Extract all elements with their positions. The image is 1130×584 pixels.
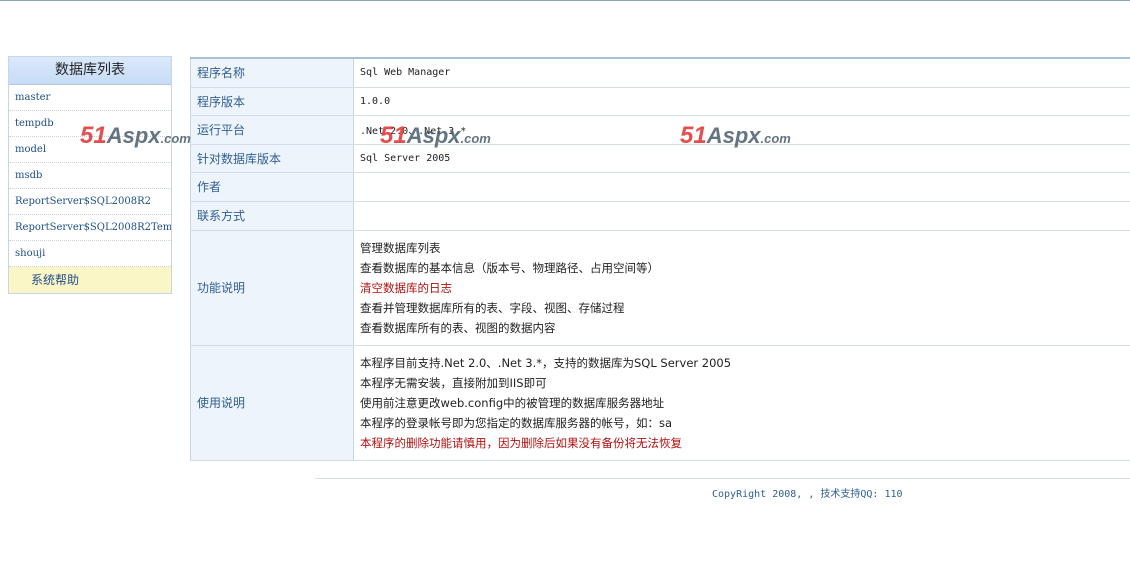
usage-item: 本程序目前支持.Net 2.0、.Net 3.*，支持的数据库为SQL Serv… (360, 355, 732, 370)
feature-item: 管理数据库列表 (360, 240, 441, 255)
database-item-reportserver[interactable]: ReportServer$SQL2008R2 (9, 189, 171, 215)
info-label: 程序版本 (190, 87, 354, 116)
info-value-program-name: Sql Web Manager (353, 58, 1130, 88)
info-row-author: 作者 (190, 172, 1130, 202)
usage-item: 本程序的登录帐号即为您指定的数据库服务器的帐号，如：sa (360, 415, 673, 430)
info-value-author (353, 172, 1130, 202)
usage-item-warning: 本程序的删除功能请慎用，因为删除后如果没有备份将无法恢复 (360, 435, 682, 450)
usage-list: 本程序目前支持.Net 2.0、.Net 3.*，支持的数据库为SQL Serv… (353, 345, 1130, 461)
system-help-link[interactable]: 系统帮助 (9, 267, 171, 293)
database-list-title: 数据库列表 (9, 57, 171, 85)
watermark-domain: .com (160, 131, 191, 146)
info-row-contact: 联系方式 (190, 201, 1130, 231)
database-item-shouji[interactable]: shouji (9, 241, 171, 267)
database-item-reportserver-tempdb[interactable]: ReportServer$SQL2008R2TempDB (9, 215, 171, 241)
feature-item: 查看数据库所有的表、视图的数据内容 (360, 320, 556, 335)
program-info-table: 程序名称 Sql Web Manager 程序版本 1.0.0 运行平台 .Ne… (190, 57, 1130, 461)
feature-list: 管理数据库列表 查看数据库的基本信息（版本号、物理路径、占用空间等） 清空数据库… (353, 230, 1130, 346)
database-item-master[interactable]: master (9, 85, 171, 111)
watermark-domain: .com (760, 131, 791, 146)
info-row-db-version: 针对数据库版本 Sql Server 2005 (190, 144, 1130, 173)
info-row-version: 程序版本 1.0.0 (190, 87, 1130, 116)
info-label: 运行平台 (190, 115, 354, 145)
database-item-msdb[interactable]: msdb (9, 163, 171, 189)
usage-item: 本程序无需安装，直接附加到IIS即可 (360, 375, 547, 390)
feature-item-warning: 清空数据库的日志 (360, 280, 452, 295)
info-label: 使用说明 (190, 345, 354, 461)
watermark-logo: 51Aspx.com (380, 122, 491, 152)
info-row-features: 功能说明 管理数据库列表 查看数据库的基本信息（版本号、物理路径、占用空间等） … (190, 230, 1130, 346)
feature-item: 查看并管理数据库所有的表、字段、视图、存储过程 (360, 300, 625, 315)
top-border (0, 0, 1130, 1)
info-row-platform: 运行平台 .Net 2.0、.Net 3.* (190, 115, 1130, 145)
info-row-program-name: 程序名称 Sql Web Manager (190, 58, 1130, 88)
info-value-version: 1.0.0 (353, 87, 1130, 116)
feature-item: 查看数据库的基本信息（版本号、物理路径、占用空间等） (360, 260, 659, 275)
usage-item: 使用前注意更改web.config中的被管理的数据库服务器地址 (360, 395, 665, 410)
info-value-contact (353, 201, 1130, 231)
info-label: 程序名称 (190, 58, 354, 88)
watermark-name: Aspx (406, 123, 461, 148)
info-label: 作者 (190, 172, 354, 202)
watermark-logo: 51Aspx.com (680, 122, 791, 152)
watermark-name: Aspx (706, 123, 761, 148)
info-label: 功能说明 (190, 230, 354, 346)
watermark-number: 51 (680, 122, 707, 149)
watermark-number: 51 (80, 122, 107, 149)
watermark-name: Aspx (106, 123, 161, 148)
database-list-panel: 数据库列表 master tempdb model msdb ReportSer… (8, 56, 172, 294)
watermark-logo: 51Aspx.com (80, 122, 191, 152)
info-label: 联系方式 (190, 201, 354, 231)
info-label: 针对数据库版本 (190, 144, 354, 173)
footer-divider (315, 478, 1130, 479)
watermark-domain: .com (460, 131, 491, 146)
copyright-text: CopyRight 2008, , 技术支持QQ: 110 (712, 489, 903, 500)
info-row-usage: 使用说明 本程序目前支持.Net 2.0、.Net 3.*，支持的数据库为SQL… (190, 345, 1130, 461)
watermark-number: 51 (380, 122, 407, 149)
